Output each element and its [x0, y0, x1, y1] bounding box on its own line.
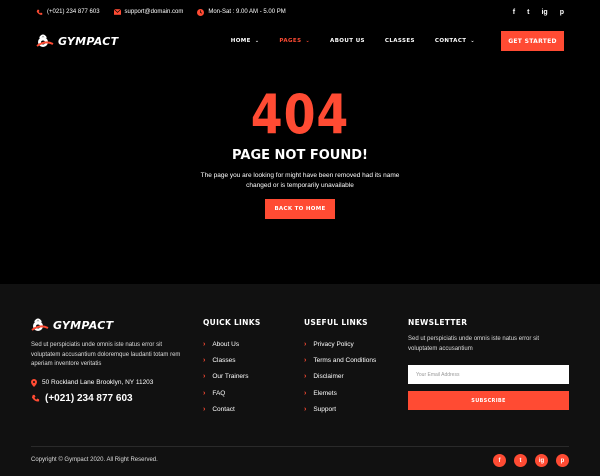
envelope-icon	[113, 9, 121, 15]
nav-about-us[interactable]: ABOUT US	[330, 38, 365, 44]
chevron-down-icon: ⌄	[470, 38, 475, 44]
footer-phone-text: (+021) 234 877 603	[45, 392, 133, 404]
back-to-home-button[interactable]: BACK TO HOME	[265, 199, 335, 219]
footer: GYMPACT Sed ut perspiciatis unde omnis i…	[0, 284, 600, 476]
topbar-phone[interactable]: (+021) 234 877 603	[36, 9, 100, 16]
useful-link-item[interactable]: › Disclaimer	[304, 369, 376, 385]
quick-link-label: About Us	[212, 340, 240, 348]
nav-home[interactable]: HOME ⌄	[231, 38, 260, 44]
phone-icon	[31, 394, 40, 401]
instagram-icon[interactable]: ig	[541, 9, 547, 16]
clock-icon	[197, 8, 205, 16]
phone-icon	[36, 9, 43, 15]
quick-link-item[interactable]: › Classes	[203, 352, 261, 368]
nav-home-label: HOME	[230, 38, 251, 44]
quick-link-label: Our Trainers	[212, 373, 249, 381]
useful-link-label: Elemets	[313, 389, 337, 397]
error-title: PAGE NOT FOUND!	[232, 148, 368, 163]
instagram-icon[interactable]: ig	[535, 454, 548, 467]
nav-contact[interactable]: CONTACT ⌄	[435, 38, 475, 44]
useful-link-label: Privacy Policy	[313, 340, 354, 348]
nav-classes-label: CLASSES	[384, 38, 415, 44]
chevron-right-icon: ›	[304, 373, 307, 381]
footer-logo[interactable]: GYMPACT	[31, 318, 191, 332]
useful-link-item[interactable]: › Elemets	[304, 385, 376, 401]
kettlebell-logo-icon	[31, 318, 49, 331]
nav-pages-label: PAGES	[279, 38, 302, 44]
site-logo[interactable]: GYMPACT	[36, 34, 118, 48]
error-message: The page you are looking for might have …	[200, 172, 400, 189]
newsletter-title: NEWSLETTER	[408, 318, 468, 327]
topbar-hours: Mon-Sat : 9.00 AM - 5.00 PM	[197, 8, 286, 16]
quick-links-list: › About Us › Classes › Our Trainers › FAQ › C…	[203, 336, 261, 417]
topbar-hours-text: Mon-Sat : 9.00 AM - 5.00 PM	[208, 9, 286, 15]
footer-about: GYMPACT Sed ut perspiciatis unde omnis i…	[31, 318, 191, 404]
pinterest-icon[interactable]: p	[560, 9, 564, 16]
newsletter-text: Sed ut perspiciatis unde omnis iste natu…	[408, 336, 540, 352]
quick-link-label: FAQ	[212, 389, 226, 397]
pinterest-icon[interactable]: p	[556, 454, 569, 467]
useful-links-title: USEFUL LINKS	[304, 318, 368, 327]
topbar-email[interactable]: support@domain.com	[113, 9, 184, 15]
main-nav: GYMPACT HOME ⌄ PAGES ⌄ ABOUT US CLASSES …	[0, 24, 600, 58]
footer-socials: f t ig p	[493, 454, 569, 467]
useful-link-label: Disclaimer	[313, 373, 344, 381]
logo-wordmark: GYMPACT	[58, 34, 119, 48]
get-started-button[interactable]: GET STARTED	[501, 31, 564, 51]
chevron-right-icon: ›	[203, 405, 206, 413]
quick-link-label: Contact	[212, 405, 235, 413]
twitter-icon[interactable]: t	[527, 9, 529, 16]
topbar-email-text: support@domain.com	[124, 9, 184, 15]
nav-classes[interactable]: CLASSES	[385, 38, 415, 44]
chevron-right-icon: ›	[304, 340, 307, 348]
error-section: 404 PAGE NOT FOUND! The page you are loo…	[0, 58, 600, 284]
footer-phone[interactable]: (+021) 234 877 603	[31, 393, 191, 404]
quick-link-item[interactable]: › Our Trainers	[203, 369, 261, 385]
chevron-right-icon: ›	[304, 356, 307, 364]
nav-about-label: ABOUT US	[330, 38, 365, 44]
nav-contact-label: CONTACT	[434, 38, 467, 44]
chevron-down-icon: ⌄	[305, 38, 311, 44]
quick-link-item[interactable]: › Contact	[203, 401, 261, 417]
useful-link-label: Support	[313, 405, 337, 413]
topbar-phone-text: (+021) 234 877 603	[47, 9, 100, 15]
top-bar: (+021) 234 877 603 support@domain.com Mo…	[0, 0, 600, 24]
newsletter: NEWSLETTER Sed ut perspiciatis unde omni…	[408, 318, 569, 410]
nav-menu: HOME ⌄ PAGES ⌄ ABOUT US CLASSES CONTACT …	[211, 31, 564, 51]
useful-link-item[interactable]: › Support	[304, 401, 376, 417]
quick-link-label: Classes	[212, 356, 236, 364]
quick-link-item[interactable]: › About Us	[203, 336, 261, 352]
kettlebell-logo-icon	[36, 34, 54, 47]
quick-link-item[interactable]: › FAQ	[203, 385, 261, 401]
chevron-right-icon: ›	[304, 389, 307, 397]
topbar-socials: f t ig p	[513, 9, 564, 16]
quick-links: QUICK LINKS › About Us › Classes › Our Trai…	[203, 318, 261, 417]
useful-link-item[interactable]: › Terms and Conditions	[304, 352, 376, 368]
subscribe-button[interactable]: SUBSCRIBE	[408, 391, 569, 410]
useful-link-label: Terms and Conditions	[313, 356, 377, 364]
nav-pages[interactable]: PAGES ⌄	[279, 38, 310, 44]
twitter-icon[interactable]: t	[514, 454, 527, 467]
footer-about-text: Sed ut perspiciatis unde omnis iste natu…	[31, 342, 181, 367]
useful-links-list: › Privacy Policy › Terms and Conditions › D…	[304, 336, 376, 417]
footer-address: 50 Rockland Lane Brooklyn, NY 11203	[31, 378, 191, 387]
chevron-down-icon: ⌄	[254, 38, 260, 44]
quick-links-title: QUICK LINKS	[203, 318, 261, 327]
facebook-icon[interactable]: f	[493, 454, 506, 467]
chevron-right-icon: ›	[304, 405, 307, 413]
footer-divider	[31, 446, 569, 447]
footer-logo-wordmark: GYMPACT	[53, 318, 114, 332]
useful-links: USEFUL LINKS › Privacy Policy › Terms and …	[304, 318, 376, 417]
useful-link-item[interactable]: › Privacy Policy	[304, 336, 376, 352]
chevron-right-icon: ›	[203, 340, 206, 348]
copyright-text: Copyright © Gympact 2020. All Right Rese…	[31, 457, 158, 463]
footer-address-text: 50 Rockland Lane Brooklyn, NY 11203	[42, 379, 154, 386]
chevron-right-icon: ›	[203, 373, 206, 381]
map-pin-icon	[31, 378, 37, 387]
chevron-right-icon: ›	[203, 356, 206, 364]
error-code: 404	[250, 83, 350, 146]
newsletter-email-input[interactable]: Your Email Address	[408, 365, 569, 384]
chevron-right-icon: ›	[203, 389, 206, 397]
facebook-icon[interactable]: f	[513, 9, 515, 16]
